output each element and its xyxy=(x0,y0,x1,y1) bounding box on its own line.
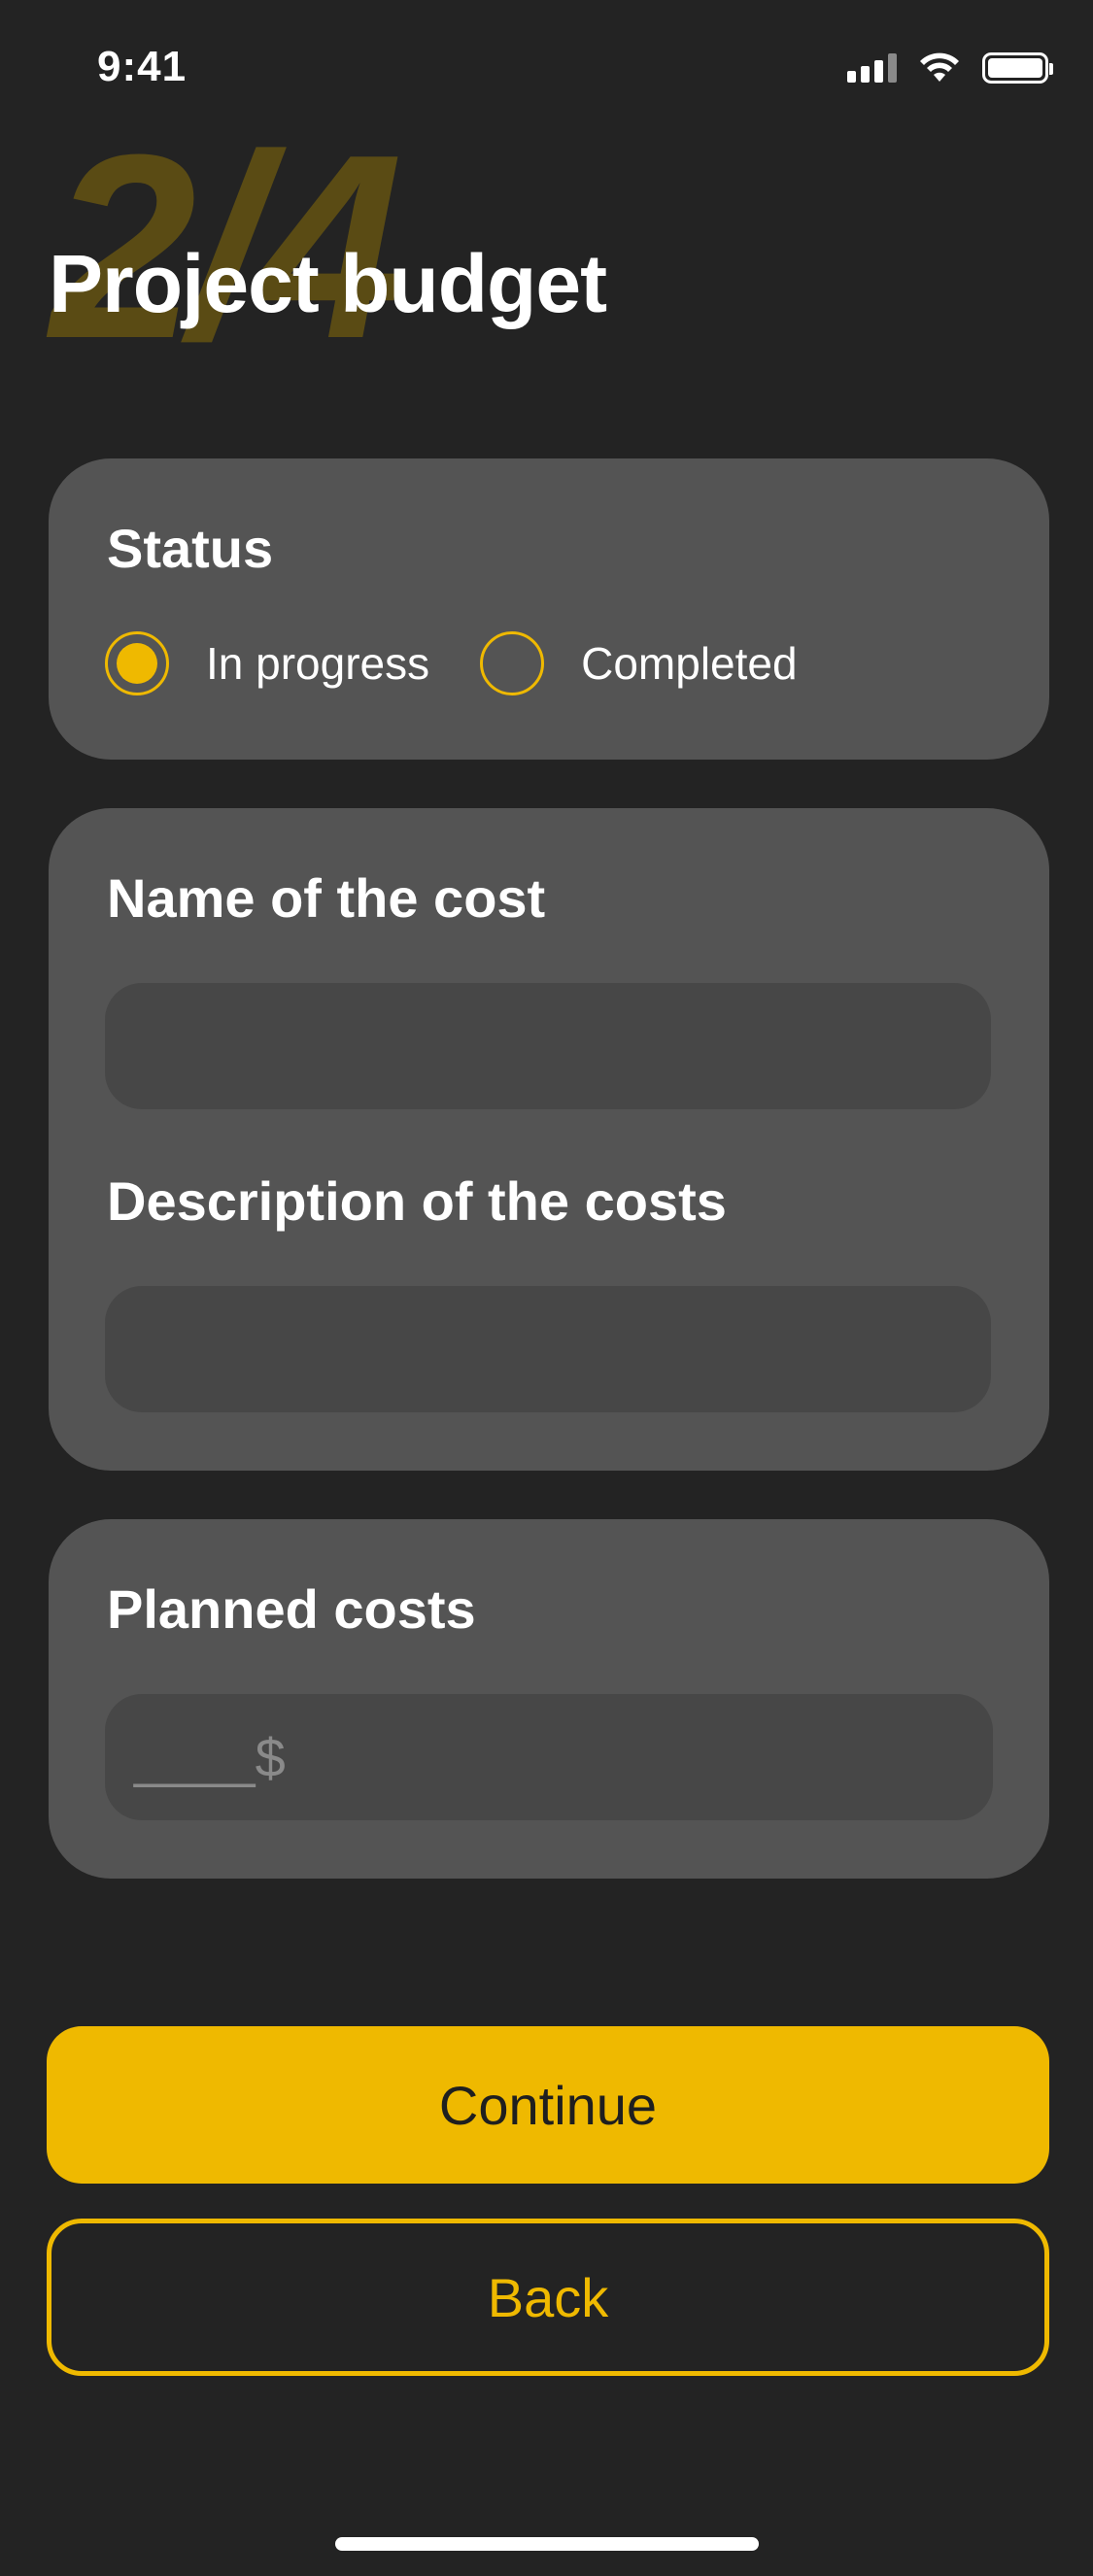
cost-description-label: Description of the costs xyxy=(107,1170,727,1232)
status-time: 9:41 xyxy=(97,43,188,90)
status-label: Status xyxy=(107,518,274,579)
planned-costs-placeholder: ____$ xyxy=(134,1726,286,1788)
cost-description-input[interactable] xyxy=(105,1286,991,1412)
home-indicator xyxy=(335,2537,759,2551)
page-title: Project budget xyxy=(49,238,607,329)
signal-icon xyxy=(847,53,897,83)
radio-completed[interactable]: Completed xyxy=(480,631,798,695)
radio-in-progress[interactable]: In progress xyxy=(105,631,429,695)
status-card: Status In progress Completed xyxy=(49,458,1049,760)
cost-card: Name of the cost Description of the cost… xyxy=(49,808,1049,1471)
wifi-icon xyxy=(920,52,959,82)
status-icons xyxy=(847,52,1053,84)
battery-icon xyxy=(982,52,1053,84)
radio-unselected-icon[interactable] xyxy=(480,631,545,695)
back-button[interactable]: Back xyxy=(47,2219,1049,2376)
cost-name-label: Name of the cost xyxy=(107,867,546,929)
planned-costs-input[interactable]: ____$ xyxy=(105,1694,993,1820)
cost-name-input[interactable] xyxy=(105,983,991,1109)
radio-in-progress-label: In progress xyxy=(206,638,430,689)
planned-costs-card: Planned costs ____$ xyxy=(49,1519,1049,1879)
status-radio-group: In progress Completed xyxy=(105,631,848,695)
planned-costs-label: Planned costs xyxy=(107,1578,476,1640)
radio-selected-icon[interactable] xyxy=(105,631,169,695)
radio-completed-label: Completed xyxy=(581,638,798,689)
radio-dot xyxy=(117,643,157,684)
continue-button[interactable]: Continue xyxy=(47,2026,1049,2184)
